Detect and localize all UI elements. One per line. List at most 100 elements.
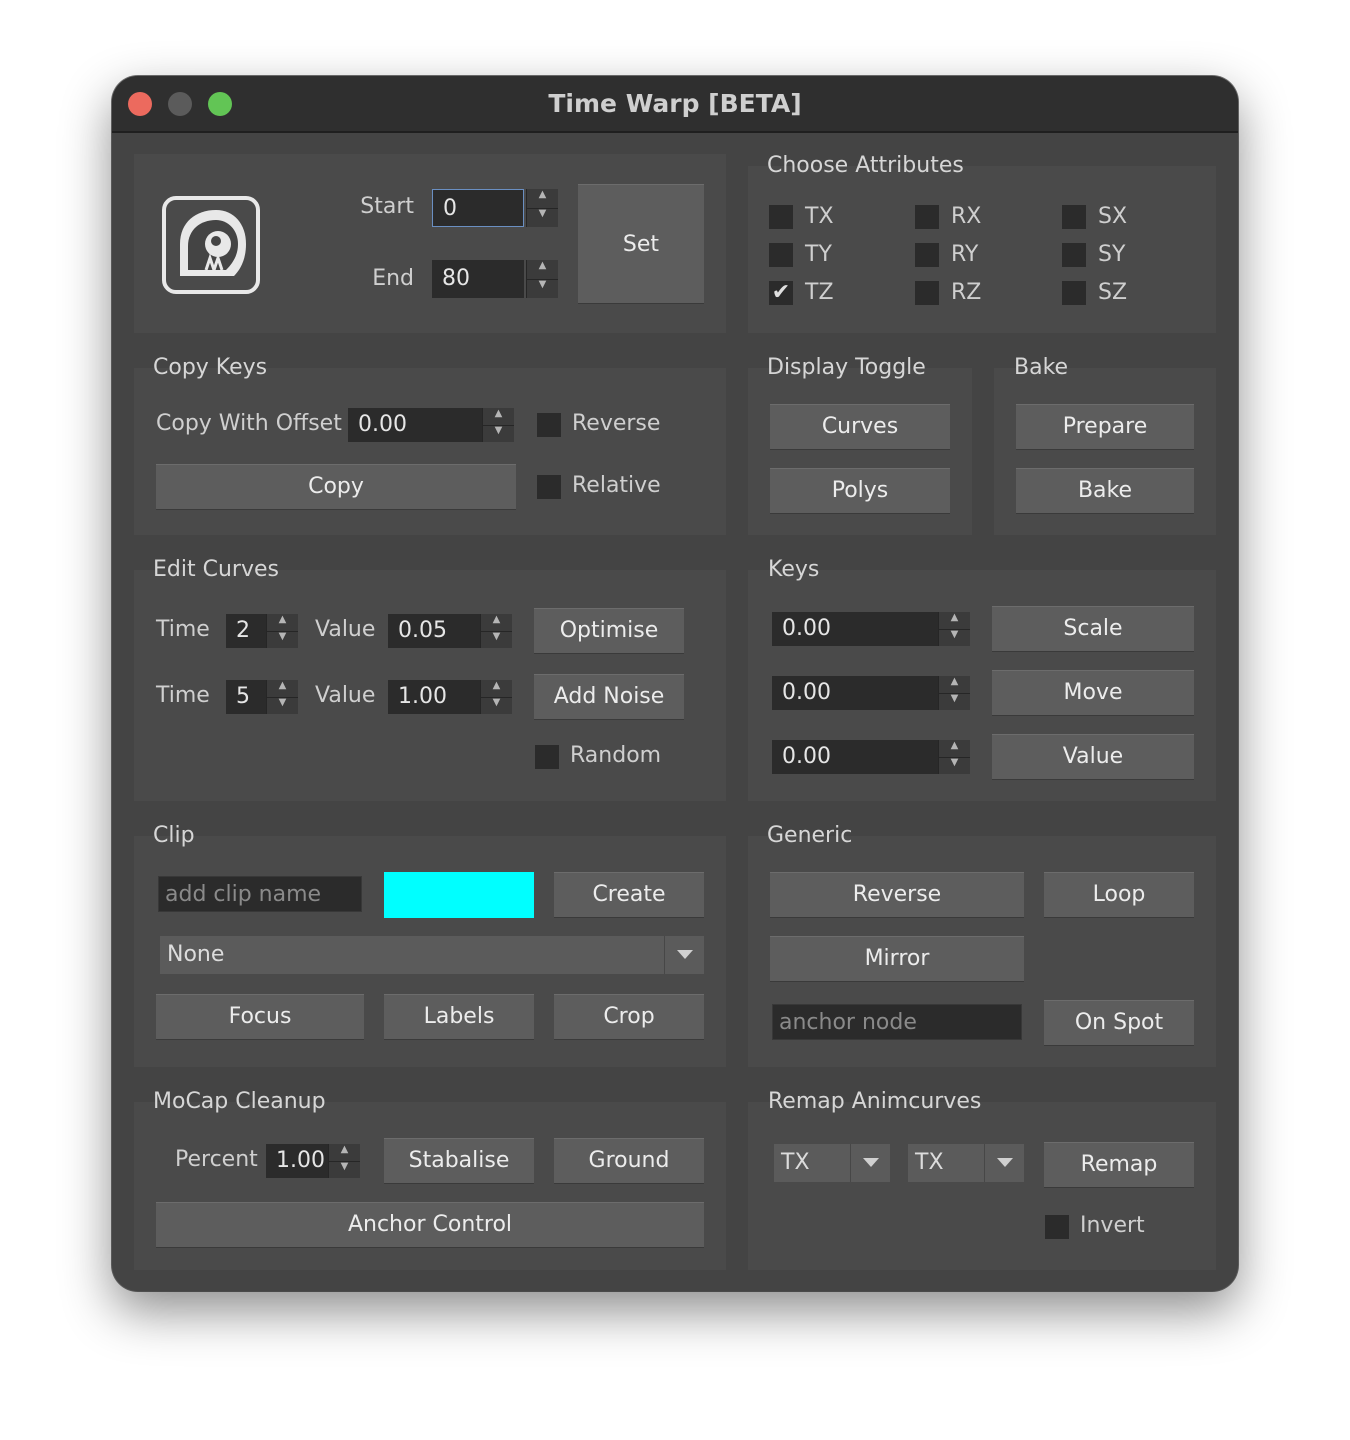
prepare-button[interactable]: Prepare	[1016, 404, 1194, 450]
spin-down-icon[interactable]: ▼	[483, 425, 514, 442]
start-field[interactable]: 0	[432, 189, 524, 227]
mirror-button[interactable]: Mirror	[770, 936, 1024, 982]
attr-sx-checkbox[interactable]	[1062, 205, 1086, 229]
create-button[interactable]: Create	[554, 872, 704, 918]
end-spinner[interactable]: ▲ ▼	[526, 260, 558, 298]
start-spinner[interactable]: ▲ ▼	[526, 189, 558, 227]
invert-checkbox[interactable]	[1045, 1215, 1069, 1239]
spin-up-icon[interactable]: ▲	[483, 408, 514, 426]
remap-title: Remap Animcurves	[768, 1089, 982, 1114]
spin-down-icon[interactable]: ▼	[939, 629, 970, 646]
keys-value1-field[interactable]: 0.00	[772, 612, 938, 646]
attr-sz-checkbox[interactable]	[1062, 281, 1086, 305]
spin-down-icon[interactable]: ▼	[939, 757, 970, 774]
curves-button[interactable]: Curves	[770, 404, 950, 450]
mocap-title: MoCap Cleanup	[153, 1089, 326, 1114]
spin-up-icon[interactable]: ▲	[481, 680, 512, 698]
keys-value3-field[interactable]: 0.00	[772, 740, 938, 774]
zoom-button[interactable]	[208, 92, 232, 116]
copy-offset-field[interactable]: 0.00	[348, 408, 482, 442]
end-field[interactable]: 80	[432, 260, 524, 298]
spin-up-icon[interactable]: ▲	[939, 612, 970, 630]
attr-rz-label: RZ	[951, 280, 982, 305]
spin-up-icon[interactable]: ▲	[527, 189, 558, 209]
stabalise-button[interactable]: Stabalise	[384, 1138, 534, 1184]
clip-color-swatch[interactable]	[384, 872, 534, 918]
spin-down-icon[interactable]: ▼	[267, 631, 298, 648]
keys-value3-spinner[interactable]: ▲ ▼	[938, 740, 970, 774]
ground-button[interactable]: Ground	[554, 1138, 704, 1184]
spin-up-icon[interactable]: ▲	[329, 1144, 360, 1162]
time-label: Time	[156, 617, 210, 642]
optimise-button[interactable]: Optimise	[534, 608, 684, 654]
percent-field[interactable]: 1.00	[266, 1144, 328, 1178]
anchor-node-input[interactable]: anchor node	[772, 1004, 1022, 1040]
spin-up-icon[interactable]: ▲	[939, 740, 970, 758]
spin-up-icon[interactable]: ▲	[267, 614, 298, 632]
keys-value2-spinner[interactable]: ▲ ▼	[938, 676, 970, 710]
percent-spinner[interactable]: ▲ ▼	[328, 1144, 360, 1178]
time2-spinner[interactable]: ▲ ▼	[266, 680, 298, 714]
reverse-button[interactable]: Reverse	[770, 872, 1024, 918]
attr-sy-checkbox[interactable]	[1062, 243, 1086, 267]
attr-tz-checkbox[interactable]: ✔	[769, 281, 793, 305]
add-noise-button[interactable]: Add Noise	[534, 674, 684, 720]
close-button[interactable]	[128, 92, 152, 116]
crop-button[interactable]: Crop	[554, 994, 704, 1040]
time2-field[interactable]: 5	[226, 680, 266, 714]
minimize-button[interactable]	[168, 92, 192, 116]
spin-down-icon[interactable]: ▼	[939, 693, 970, 710]
attr-ty-checkbox[interactable]	[769, 243, 793, 267]
move-button[interactable]: Move	[992, 670, 1194, 716]
time1-field[interactable]: 2	[226, 614, 266, 648]
keys-value2-field[interactable]: 0.00	[772, 676, 938, 710]
value2-field[interactable]: 1.00	[388, 680, 480, 714]
chevron-down-icon[interactable]	[984, 1144, 1024, 1182]
value2-spinner[interactable]: ▲ ▼	[480, 680, 512, 714]
bake-button[interactable]: Bake	[1016, 468, 1194, 514]
spin-down-icon[interactable]: ▼	[267, 697, 298, 714]
chevron-down-icon[interactable]	[664, 936, 704, 974]
attr-ry-checkbox[interactable]	[915, 243, 939, 267]
spin-up-icon[interactable]: ▲	[527, 260, 558, 280]
random-checkbox[interactable]	[535, 745, 559, 769]
keys-value1-spinner[interactable]: ▲ ▼	[938, 612, 970, 646]
anchor-control-button[interactable]: Anchor Control	[156, 1202, 704, 1248]
spin-down-icon[interactable]: ▼	[527, 279, 558, 298]
value-button[interactable]: Value	[992, 734, 1194, 780]
focus-button[interactable]: Focus	[156, 994, 364, 1040]
spin-down-icon[interactable]: ▼	[329, 1161, 360, 1178]
chevron-down-icon[interactable]	[850, 1144, 890, 1182]
value1-spinner[interactable]: ▲ ▼	[480, 614, 512, 648]
remap-from-select[interactable]: TX	[774, 1144, 850, 1182]
spin-up-icon[interactable]: ▲	[481, 614, 512, 632]
time1-spinner[interactable]: ▲ ▼	[266, 614, 298, 648]
attr-ty-label: TY	[805, 242, 832, 267]
copy-keys-title: Copy Keys	[153, 355, 268, 380]
attr-tz-label: TZ	[805, 280, 834, 305]
scale-button[interactable]: Scale	[992, 606, 1194, 652]
reverse-checkbox[interactable]	[537, 413, 561, 437]
on-spot-button[interactable]: On Spot	[1044, 1000, 1194, 1046]
remap-to-select[interactable]: TX	[908, 1144, 984, 1182]
spin-down-icon[interactable]: ▼	[527, 208, 558, 227]
copy-offset-label: Copy With Offset	[156, 411, 342, 436]
relative-checkbox[interactable]	[537, 475, 561, 499]
copy-offset-spinner[interactable]: ▲ ▼	[482, 408, 514, 442]
polys-button[interactable]: Polys	[770, 468, 950, 514]
remap-button[interactable]: Remap	[1044, 1142, 1194, 1188]
attr-rz-checkbox[interactable]	[915, 281, 939, 305]
loop-button[interactable]: Loop	[1044, 872, 1194, 918]
spin-down-icon[interactable]: ▼	[481, 631, 512, 648]
spin-up-icon[interactable]: ▲	[939, 676, 970, 694]
set-button[interactable]: Set	[578, 184, 704, 304]
value1-field[interactable]: 0.05	[388, 614, 480, 648]
spin-up-icon[interactable]: ▲	[267, 680, 298, 698]
attr-rx-checkbox[interactable]	[915, 205, 939, 229]
labels-button[interactable]: Labels	[384, 994, 534, 1040]
copy-button[interactable]: Copy	[156, 464, 516, 510]
clip-name-input[interactable]: add clip name	[158, 876, 362, 912]
spin-down-icon[interactable]: ▼	[481, 697, 512, 714]
attr-tx-checkbox[interactable]	[769, 205, 793, 229]
clip-select[interactable]: None	[160, 936, 664, 974]
